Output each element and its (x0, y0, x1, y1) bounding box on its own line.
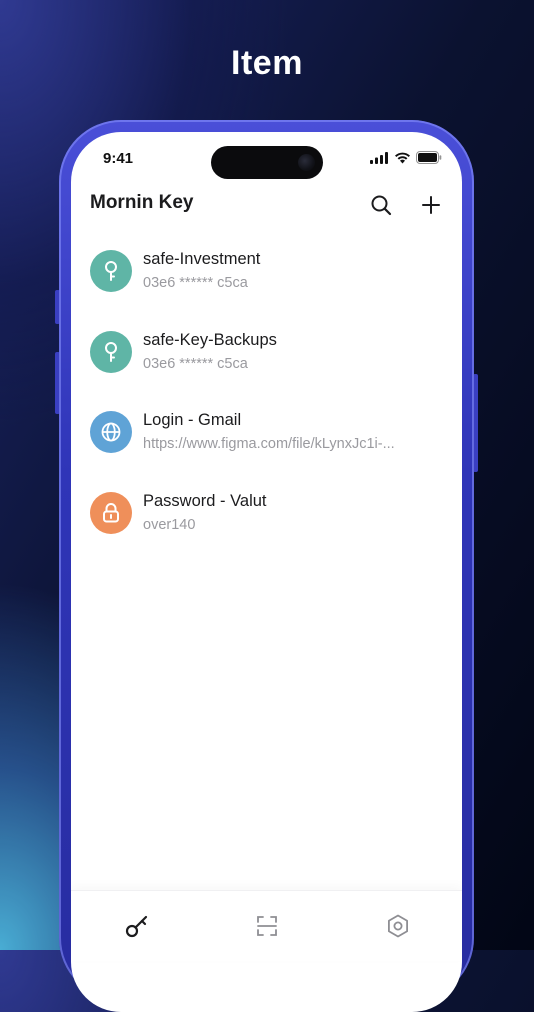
item-subtitle: 03e6 ****** c5ca (143, 275, 248, 291)
settings-hexagon-icon (388, 914, 408, 938)
item-avatar (90, 330, 132, 373)
globe-icon (101, 422, 121, 442)
promo-title: Item (231, 44, 303, 82)
key-icon (105, 341, 117, 362)
item-subtitle: 03e6 ****** c5ca (143, 355, 248, 372)
item-title: Password - Valut (143, 491, 267, 510)
battery-icon (416, 151, 442, 164)
cellular-signal-icon (370, 151, 388, 164)
item-subtitle: https://www.figma.com/file/kLynxJc1i-... (143, 436, 395, 452)
status-bar: 9:41 (71, 132, 462, 184)
status-icons (370, 151, 442, 164)
camera-icon (298, 154, 315, 171)
tab-scan[interactable] (252, 911, 282, 941)
status-time: 9:41 (103, 150, 134, 167)
list-item[interactable]: safe-Investment 03e6 ****** c5ca (71, 232, 462, 313)
phone-screen: 9:41 Mornin Key safe-Investment 03e6 ***… (71, 132, 462, 1012)
item-avatar (90, 491, 132, 534)
dynamic-island (211, 146, 323, 179)
item-avatar (90, 411, 132, 453)
item-title: safe-Key-Backups (143, 330, 277, 349)
search-button[interactable] (366, 190, 396, 220)
lock-icon (103, 502, 119, 522)
wifi-icon (395, 152, 410, 163)
item-list: safe-Investment 03e6 ****** c5ca safe-Ke… (71, 232, 462, 554)
list-item[interactable]: safe-Key-Backups 03e6 ****** c5ca (71, 313, 462, 394)
item-avatar (90, 250, 132, 292)
item-title: Login - Gmail (143, 411, 242, 429)
list-item[interactable]: Password - Valut over140 (71, 474, 462, 555)
search-icon (371, 195, 392, 216)
scan-icon (257, 916, 277, 936)
add-item-button[interactable] (416, 190, 446, 220)
tab-settings[interactable] (383, 911, 413, 941)
item-title: safe-Investment (143, 250, 261, 268)
list-item[interactable]: Login - Gmail https://www.figma.com/file… (71, 393, 462, 474)
nav-actions (366, 190, 446, 220)
key-icon (125, 915, 148, 938)
tab-bar (71, 890, 462, 961)
tab-keys[interactable] (122, 911, 152, 941)
key-icon (105, 261, 117, 281)
item-subtitle: over140 (143, 516, 196, 533)
plus-icon (422, 196, 440, 214)
app-title: Mornin Key (90, 192, 194, 213)
